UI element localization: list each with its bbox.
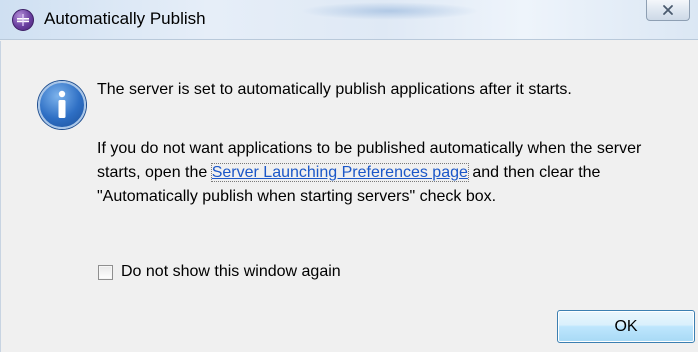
ok-button[interactable]: OK bbox=[557, 310, 695, 343]
server-launching-preferences-link[interactable]: Server Launching Preferences page bbox=[210, 163, 469, 182]
close-button[interactable] bbox=[646, 0, 690, 21]
title-bar[interactable]: Automatically Publish bbox=[0, 0, 698, 40]
do-not-show-again-checkbox[interactable] bbox=[98, 264, 113, 280]
primary-message: The server is set to automatically publi… bbox=[97, 81, 572, 98]
detail-message: If you do not want applications to be pu… bbox=[97, 137, 677, 209]
eclipse-app-icon bbox=[12, 9, 34, 31]
automatically-publish-dialog: Automatically Publish The server is set … bbox=[0, 0, 698, 352]
dialog-content: The server is set to automatically publi… bbox=[0, 41, 698, 352]
do-not-show-again-row[interactable]: Do not show this window again bbox=[98, 261, 341, 283]
window-title: Automatically Publish bbox=[44, 9, 206, 28]
do-not-show-again-label[interactable]: Do not show this window again bbox=[121, 263, 341, 281]
close-icon bbox=[663, 5, 673, 15]
title-bar-glow bbox=[300, 2, 480, 20]
info-icon bbox=[38, 81, 86, 129]
